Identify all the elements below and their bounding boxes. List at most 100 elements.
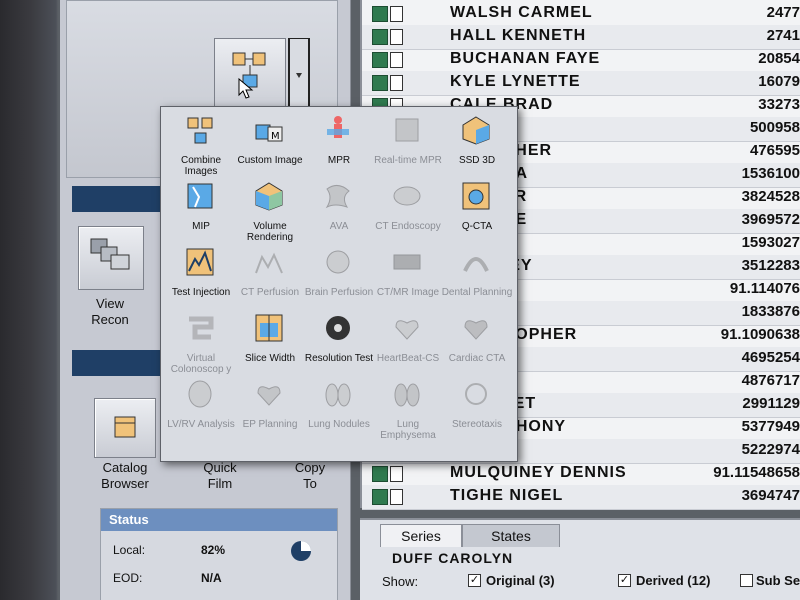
popup-item-label: Real-time MPR: [374, 155, 442, 166]
tool-dropdown-arrow[interactable]: [288, 38, 310, 112]
catalog-browser-label: Catalog Browser: [101, 460, 149, 491]
popup-item-custom-image[interactable]: M Custom Image: [234, 115, 306, 187]
popup-item-dental-planning[interactable]: Dental Planning: [441, 247, 513, 319]
row-icons: [372, 75, 408, 91]
patient-id: 4695254: [741, 349, 800, 366]
row-icons: [372, 489, 408, 505]
row-icons: [372, 6, 408, 22]
patient-id: 2477: [766, 4, 800, 21]
popup-item-mip[interactable]: MIP: [165, 181, 237, 253]
popup-item-resolution-test[interactable]: Resolution Test: [303, 313, 375, 385]
patient-name: WALSH CARMEL: [450, 4, 593, 21]
catalog-browser-button[interactable]: [94, 398, 156, 458]
row-icons: [372, 29, 408, 45]
application-grid: Combine Images M Custom Image MPR Real-time …: [165, 115, 513, 455]
popup-item-virtual-colonoscopy[interactable]: Virtual Colonoscop y: [165, 313, 237, 385]
popup-item-ct-mr-image[interactable]: CT/MR Image: [372, 247, 444, 319]
tab-states[interactable]: States: [462, 524, 560, 547]
status-header: Status: [101, 509, 337, 531]
popup-item-q-cta[interactable]: Q-CTA: [441, 181, 513, 253]
popup-item-lung-nodules[interactable]: Lung Nodules: [303, 379, 375, 451]
popup-item-label: Slice Width: [244, 353, 295, 364]
popup-item-label: Lung Emphysema: [380, 419, 436, 441]
patient-id: 4876717: [741, 372, 800, 389]
lung-emphysema-icon: [394, 383, 420, 407]
popup-item-cardiac-cta[interactable]: Cardiac CTA: [441, 313, 513, 385]
popup-item-label: MPR: [327, 155, 351, 166]
patient-name: TIGHE NIGEL: [450, 487, 564, 504]
patient-id: 1593027: [741, 234, 800, 251]
table-row[interactable]: WALSH CARMEL 2477: [362, 2, 800, 27]
derived-label: Derived (12): [636, 573, 711, 588]
popup-item-combine-images[interactable]: Combine Images: [165, 115, 237, 187]
table-row[interactable]: HALL KENNETH 2741: [362, 25, 800, 50]
popup-item-label: Dental Planning: [441, 287, 513, 298]
popup-item-label: HeartBeat-CS: [376, 353, 440, 364]
popup-item-label: Cardiac CTA: [448, 353, 506, 364]
patient-id: 5222974: [741, 441, 800, 458]
popup-item-stereotaxis[interactable]: Stereotaxis: [441, 379, 513, 451]
patient-id: 500958: [749, 119, 800, 136]
table-row[interactable]: MULQUINEY DENNIS 91.11548658: [362, 462, 800, 487]
popup-item-real-time-mpr[interactable]: Real-time MPR: [372, 115, 444, 187]
ep-planning-icon: [257, 386, 281, 406]
copy-to-label[interactable]: Copy To: [280, 460, 340, 492]
custom-image-icon: M: [255, 124, 283, 142]
popup-item-mpr[interactable]: MPR: [303, 115, 375, 187]
patient-name: KYLE LYNETTE: [450, 73, 581, 90]
folder-icon: [372, 489, 388, 505]
document-icon: [390, 75, 403, 91]
patient-name: BUCHANAN FAYE: [450, 50, 601, 67]
original-label: Original (3): [486, 573, 555, 588]
popup-item-label: Volume Rendering: [246, 221, 294, 243]
table-row[interactable]: BUCHANAN FAYE 20854: [362, 48, 800, 73]
volume-rendering-icon: [255, 182, 283, 211]
patient-id: 91.11548658: [713, 464, 800, 481]
patient-id: 20854: [758, 50, 800, 67]
ct-perfusion-icon: [255, 252, 283, 274]
patient-id: 33273: [758, 96, 800, 113]
quick-film-label[interactable]: Quick Film: [188, 460, 252, 492]
popup-item-label: Resolution Test: [304, 353, 374, 364]
table-row[interactable]: TIGHE NIGEL 3694747: [362, 485, 800, 510]
view-recon-icon: [90, 238, 130, 270]
popup-item-label: AVA: [329, 221, 349, 232]
patient-id: 1536100: [741, 165, 800, 182]
original-checkbox[interactable]: ✓: [468, 574, 481, 587]
popup-item-slice-width[interactable]: Slice Width: [234, 313, 306, 385]
popup-item-label: Combine Images: [180, 155, 222, 177]
patient-id: 3512283: [741, 257, 800, 274]
popup-item-brain-perfusion[interactable]: Brain Perfusion: [303, 247, 375, 319]
patient-name: HALL KENNETH: [450, 27, 587, 44]
popup-item-ct-perfusion[interactable]: CT Perfusion: [234, 247, 306, 319]
sub-series-checkbox[interactable]: [740, 574, 753, 587]
popup-item-ssd-3d[interactable]: SSD 3D: [441, 115, 513, 187]
show-label: Show:: [382, 574, 419, 589]
popup-item-test-injection[interactable]: Test Injection: [165, 247, 237, 319]
patient-id: 16079: [758, 73, 800, 90]
cardiac-cta-icon: [464, 320, 488, 340]
table-row[interactable]: KYLE LYNETTE 16079: [362, 71, 800, 96]
document-icon: [390, 52, 403, 68]
folder-icon: [372, 75, 388, 91]
combine-images-icon: [187, 117, 213, 144]
popup-item-heartbeat-cs[interactable]: HeartBeat-CS: [372, 313, 444, 385]
popup-item-volume-rendering[interactable]: Volume Rendering: [234, 181, 306, 253]
patient-name: MULQUINEY DENNIS: [450, 464, 627, 481]
popup-item-lung-emphysema[interactable]: Lung Emphysema: [372, 379, 444, 451]
popup-item-ava[interactable]: AVA: [303, 181, 375, 253]
popup-item-ct-endoscopy[interactable]: CT Endoscopy: [372, 181, 444, 253]
popup-item-ep-planning[interactable]: EP Planning: [234, 379, 306, 451]
view-recon-button[interactable]: [78, 226, 144, 290]
heartbeat-cs-icon: [395, 320, 419, 340]
tab-series[interactable]: Series: [380, 524, 462, 547]
status-eod-value: N/A: [201, 571, 222, 585]
view-recon-label: View Recon: [91, 296, 129, 327]
screen: R ViewRecon A CatalogBrowser QuickFilm: [0, 0, 800, 600]
derived-checkbox[interactable]: ✓: [618, 574, 631, 587]
combine-images-icon: [232, 52, 266, 88]
row-icons: [372, 52, 408, 68]
popup-item-lv-rv-analysis[interactable]: LV/RV Analysis: [165, 379, 237, 451]
popup-item-label: Brain Perfusion: [304, 287, 374, 298]
combine-images-tool-button[interactable]: [214, 38, 286, 112]
